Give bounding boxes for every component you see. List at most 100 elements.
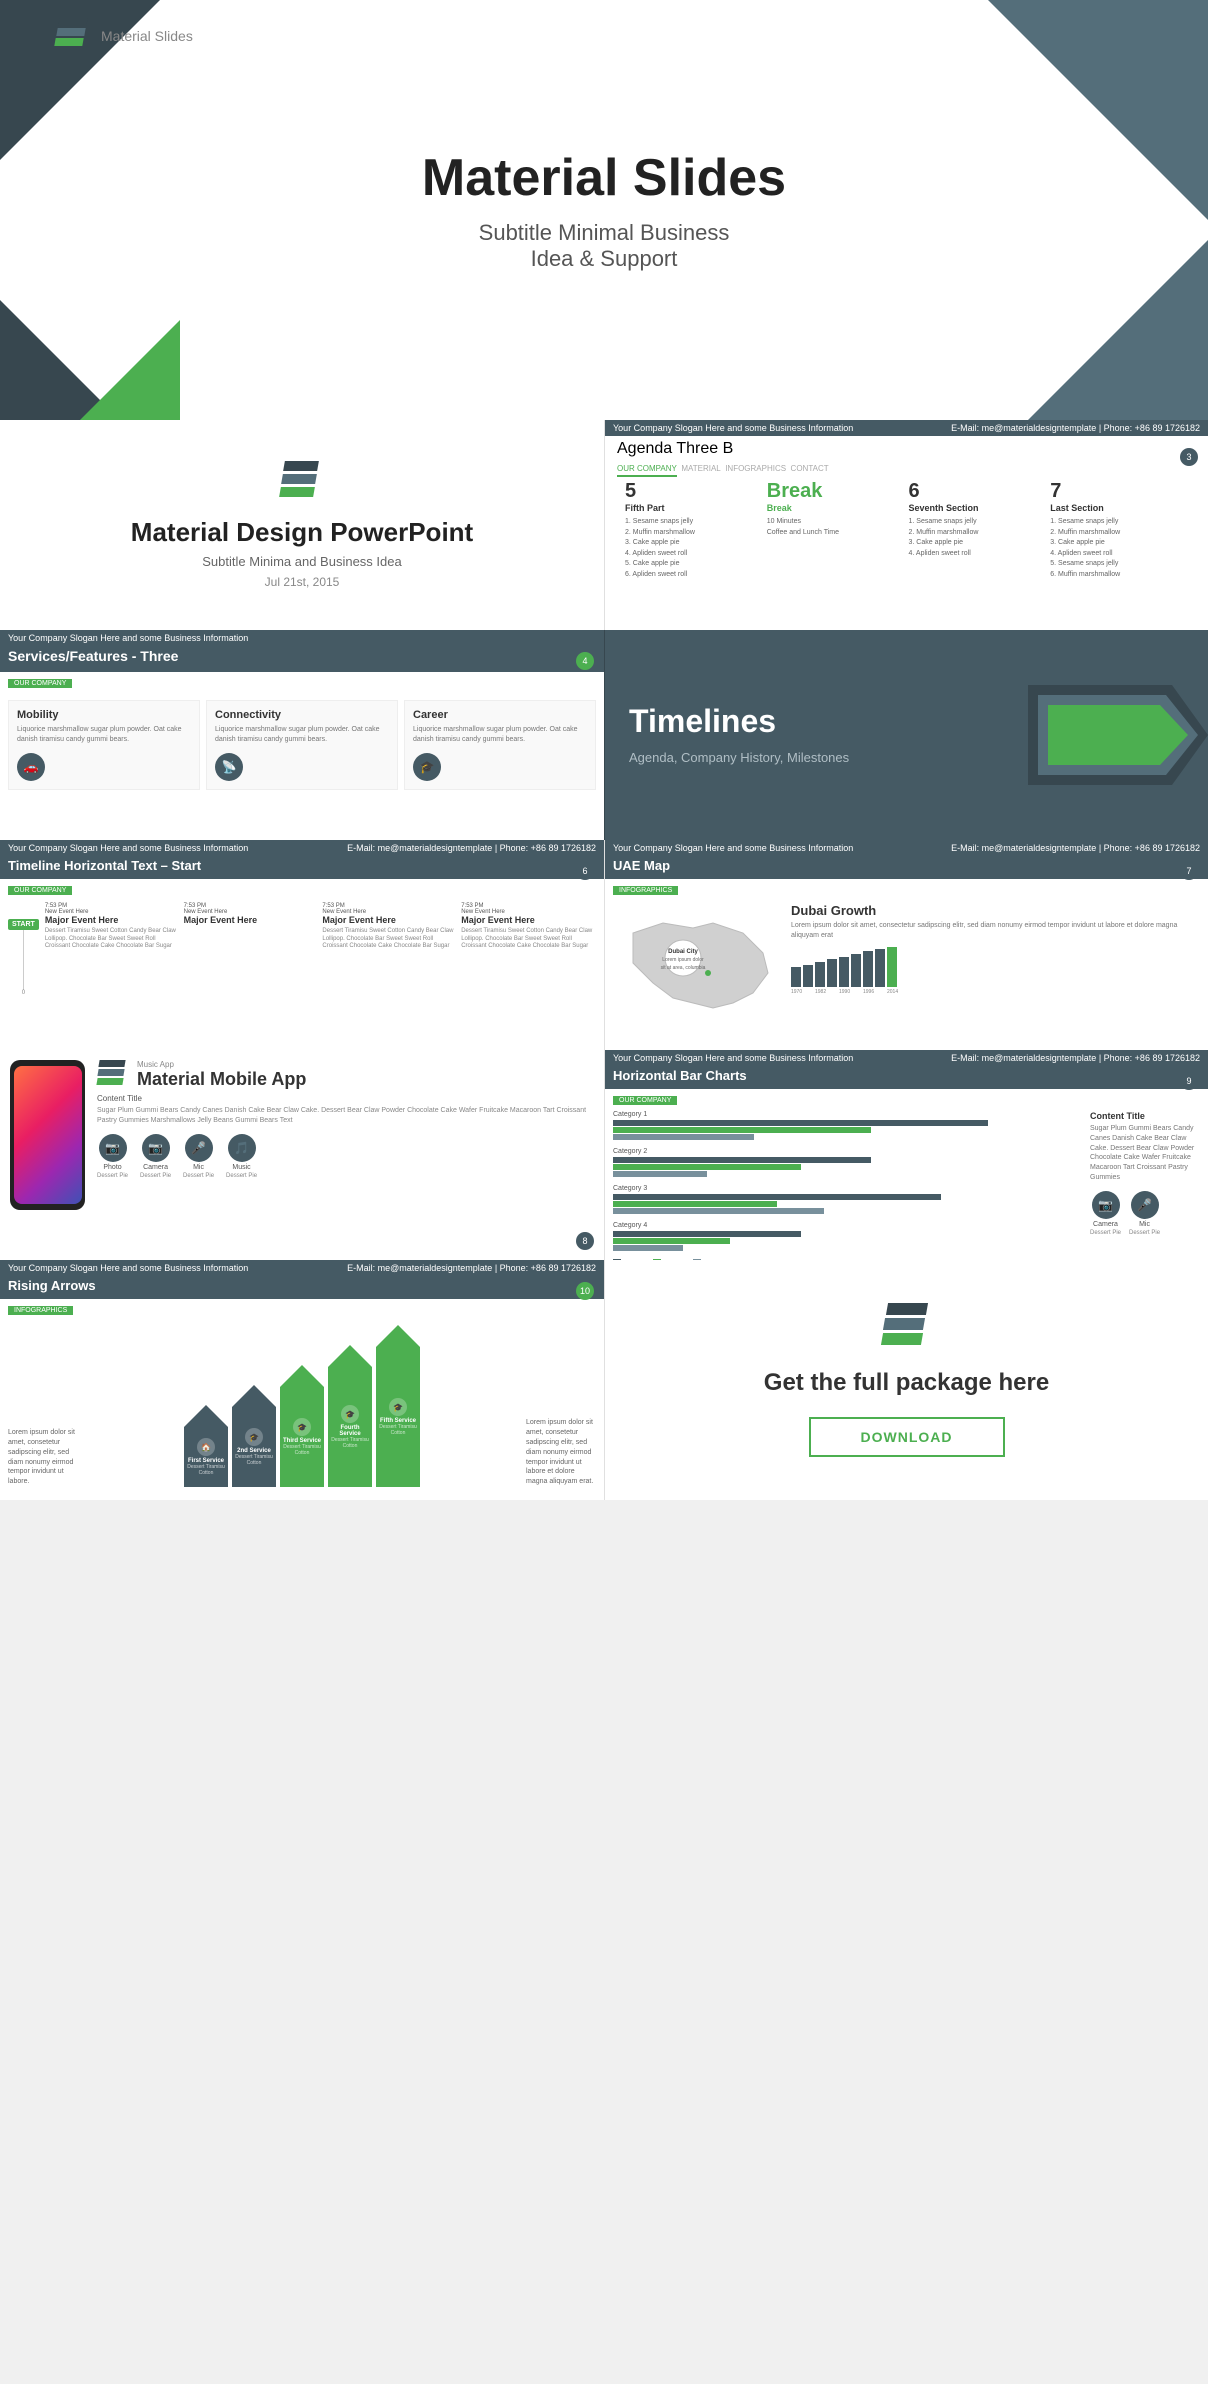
slide-ppt: Material Design PowerPoint Subtitle Mini… (0, 420, 604, 630)
bar-8 (875, 949, 885, 987)
mobile-logo (97, 1060, 127, 1090)
arrows-left-text: Lorem ipsum dolor sit amet, consetetur s… (8, 1428, 78, 1487)
charts-header-bar: Your Company Slogan Here and some Busine… (605, 1050, 1208, 1066)
download-button[interactable]: DOWNLOAD (809, 1417, 1005, 1457)
bar-5 (839, 957, 849, 987)
service-card-connectivity: Connectivity Liquorice marshmallow sugar… (206, 700, 398, 790)
agenda-nav-infographics: INFOGRAPHICS (725, 464, 786, 475)
svg-text:Lorem ipsum dolor: Lorem ipsum dolor (662, 957, 704, 963)
slide-timeline-horizontal: Your Company Slogan Here and some Busine… (0, 840, 604, 1050)
arrow-2-icon: 🎓 (245, 1428, 263, 1446)
arrow-3-icon: 🎓 (293, 1418, 311, 1436)
timeline-arrows-container (1008, 630, 1208, 840)
slide-cta: Get the full package here DOWNLOAD (604, 1260, 1208, 1500)
timeline-h-badge: 6 (576, 862, 594, 880)
mobile-icon-photo: 📷 Photo Dessert Pie (97, 1134, 128, 1179)
agenda-nav-contact: CONTACT (791, 464, 829, 475)
bar-group-3 (613, 1194, 1082, 1214)
agenda-nav-material: MATERIAL (681, 464, 720, 475)
timelines-subtitle: Agenda, Company History, Milestones (629, 748, 849, 768)
timelines-title: Timelines (629, 703, 849, 740)
arrows-group: 🏠 First Service Dessert Tiramisu Cotton … (86, 1325, 518, 1487)
charts-right-panel: Content Title Sugar Plum Gummi Bears Can… (1090, 1111, 1200, 1260)
chart-content-text: Sugar Plum Gummi Bears Candy Canes Danis… (1090, 1124, 1200, 1183)
mobile-text-area: Music App Material Mobile App Content Ti… (97, 1060, 594, 1210)
mobile-app-title: Material Mobile App (137, 1069, 306, 1090)
slide-main-title: Material Slides (422, 148, 786, 208)
timeline-event-3: 7:53 PM New Event Here Major Event Here … (322, 903, 457, 951)
mobile-title-area: Music App Material Mobile App (137, 1060, 306, 1090)
bar-9 (887, 947, 897, 987)
bar-1 (791, 967, 801, 987)
services-title: Services/Features - Three (0, 646, 604, 672)
agenda-columns: 5 Fifth Part 1. Sesame snaps jelly2. Muf… (617, 476, 1196, 584)
arrow-4-body: 🎓 Fourth Service Dessert Tiramisu Cotton (328, 1367, 372, 1487)
arrow-4-tip (328, 1345, 372, 1367)
timeline-event-1: 7:53 PM New Event Here Major Event Here … (45, 903, 180, 951)
slide-subtitle: Subtitle Minimal Business Idea & Support (479, 220, 730, 272)
arrow-5-body: 🎓 Fifth Service Dessert Tiramisu Cotton (376, 1347, 420, 1487)
map-badge: 7 (1180, 862, 1198, 880)
phone-mockup (10, 1060, 85, 1210)
arrow-2-body: 🎓 2nd Service Dessert Tiramisu Cotton (232, 1407, 276, 1487)
logo-area: Material Slides (55, 18, 193, 54)
bar-3-s3 (613, 1208, 824, 1214)
arrows-header-bar: Your Company Slogan Here and some Busine… (0, 1260, 604, 1276)
green-triangle (80, 320, 180, 420)
mobile-feature-icons: 📷 Photo Dessert Pie 📷 Camera Dessert Pie… (97, 1134, 594, 1179)
arrow-1-tip (184, 1405, 228, 1427)
services-cards: Mobility Liquorice marshmallow sugar plu… (0, 692, 604, 798)
arrow-5-icon: 🎓 (389, 1398, 407, 1416)
charts-layout: Category 1 Category 2 (605, 1107, 1208, 1260)
bar-category-2: Category 2 (613, 1148, 1082, 1177)
svg-text:Dubai City: Dubai City (668, 949, 698, 955)
bar-3-s2 (613, 1201, 777, 1207)
bar-6 (851, 954, 861, 987)
agenda-badge: 3 (1180, 448, 1198, 466)
connectivity-icon: 📡 (215, 753, 243, 781)
service-card-career: Career Liquorice marshmallow sugar plum … (404, 700, 596, 790)
timeline-event-2: 7:53 PM New Event Here Major Event Here (184, 903, 319, 951)
camera-icon: 📷 (142, 1134, 170, 1162)
bar-1-s2 (613, 1127, 871, 1133)
agenda-title: Agenda Three B (617, 440, 1196, 458)
arrow-5-tip (376, 1325, 420, 1347)
arrow-3-body: 🎓 Third Service Dessert Tiramisu Cotton (280, 1387, 324, 1487)
chart-right-icons: 📷 Camera Dessert Pie 🎤 Mic Dessert Pie (1090, 1191, 1200, 1236)
dubai-bar-chart (791, 947, 1200, 987)
timeline-event-4: 7:53 PM New Event Here Major Event Here … (461, 903, 596, 951)
timeline-h-row: START 0 7:53 PM New Event Here Major Eve… (8, 903, 596, 996)
bar-group-2 (613, 1157, 1082, 1177)
bar-1-s3 (613, 1134, 754, 1140)
mobile-layout: Music App Material Mobile App Content Ti… (10, 1060, 594, 1210)
arrow-front (1048, 705, 1188, 765)
map-svg-container: Dubai City Lorem ipsum dolor sit at area… (613, 903, 783, 1028)
bar-2-s3 (613, 1171, 707, 1177)
bar-4-s3 (613, 1245, 683, 1251)
timelines-content: Timelines Agenda, Company History, Miles… (605, 703, 873, 768)
agenda-col-7: 7 Last Section 1. Sesame snaps jelly2. M… (1050, 480, 1188, 580)
slide-bar-charts: Your Company Slogan Here and some Busine… (604, 1050, 1208, 1260)
arrows-right-text: Lorem ipsum dolor sit amet, consetetur s… (526, 1418, 596, 1487)
arrow-3-tip (280, 1365, 324, 1387)
timeline-h-title: Timeline Horizontal Text – Start (0, 856, 604, 879)
chart-camera-icon: 📷 Camera Dessert Pie (1090, 1191, 1121, 1236)
mobile-icon-mic: 🎤 Mic Dessert Pie (183, 1134, 214, 1179)
slide-uae-map: Your Company Slogan Here and some Busine… (604, 840, 1208, 1050)
mobile-header-row: Music App Material Mobile App (97, 1060, 594, 1090)
bar-group-1 (613, 1120, 1082, 1140)
slide-rising-arrows: Your Company Slogan Here and some Busine… (0, 1260, 604, 1500)
bar-group-4 (613, 1231, 1082, 1251)
agenda-content: Agenda Three B OUR COMPANY MATERIAL INFO… (605, 436, 1208, 588)
bar-3 (815, 962, 825, 987)
timeline-h-tag: OUR COMPANY (8, 886, 72, 895)
ppt-date: Jul 21st, 2015 (265, 575, 340, 589)
chart-mic-icon: 🎤 Mic Dessert Pie (1129, 1191, 1160, 1236)
slide-timelines: Timelines Agenda, Company History, Miles… (604, 630, 1208, 840)
map-title: UAE Map (605, 856, 1208, 879)
arrows-title: Rising Arrows (0, 1276, 604, 1299)
agenda-col-6: 6 Seventh Section 1. Sesame snaps jelly2… (909, 480, 1047, 580)
slide-agenda: Your Company Slogan Here and some Busine… (604, 420, 1208, 630)
camera-icon-2: 📷 (1092, 1191, 1120, 1219)
arrows-badge: 10 (576, 1282, 594, 1300)
